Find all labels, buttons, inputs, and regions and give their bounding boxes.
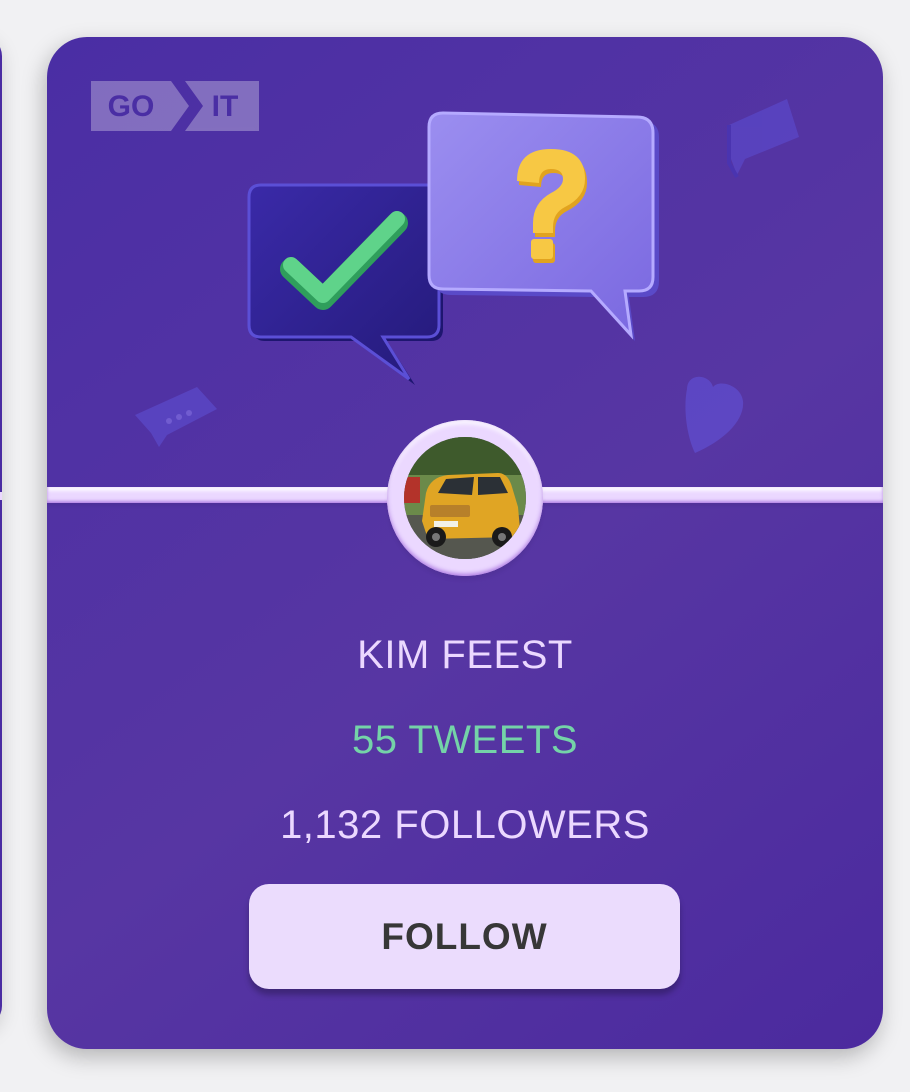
avatar [404, 437, 526, 559]
chat-bubble-icon [135, 387, 217, 447]
user-name: KIM FEEST [357, 633, 573, 677]
chat-bubble-icon [727, 99, 799, 178]
avatar-frame [387, 420, 543, 576]
followers-count: 1,132 FOLLOWERS [280, 803, 650, 847]
heart-icon [685, 376, 744, 453]
follow-button[interactable]: FOLLOW [249, 884, 680, 989]
previous-card-divider [0, 492, 2, 500]
question-bubble-icon [427, 111, 659, 341]
user-card: GO IT KIM FEEST 55 TWEETS 1,132 FOLLOWER… [47, 37, 883, 1049]
previous-card-edge [0, 36, 2, 1026]
car-avatar-image [404, 437, 526, 559]
checkmark-bubble-icon [247, 183, 443, 385]
tweets-count: 55 TWEETS [351, 718, 579, 762]
